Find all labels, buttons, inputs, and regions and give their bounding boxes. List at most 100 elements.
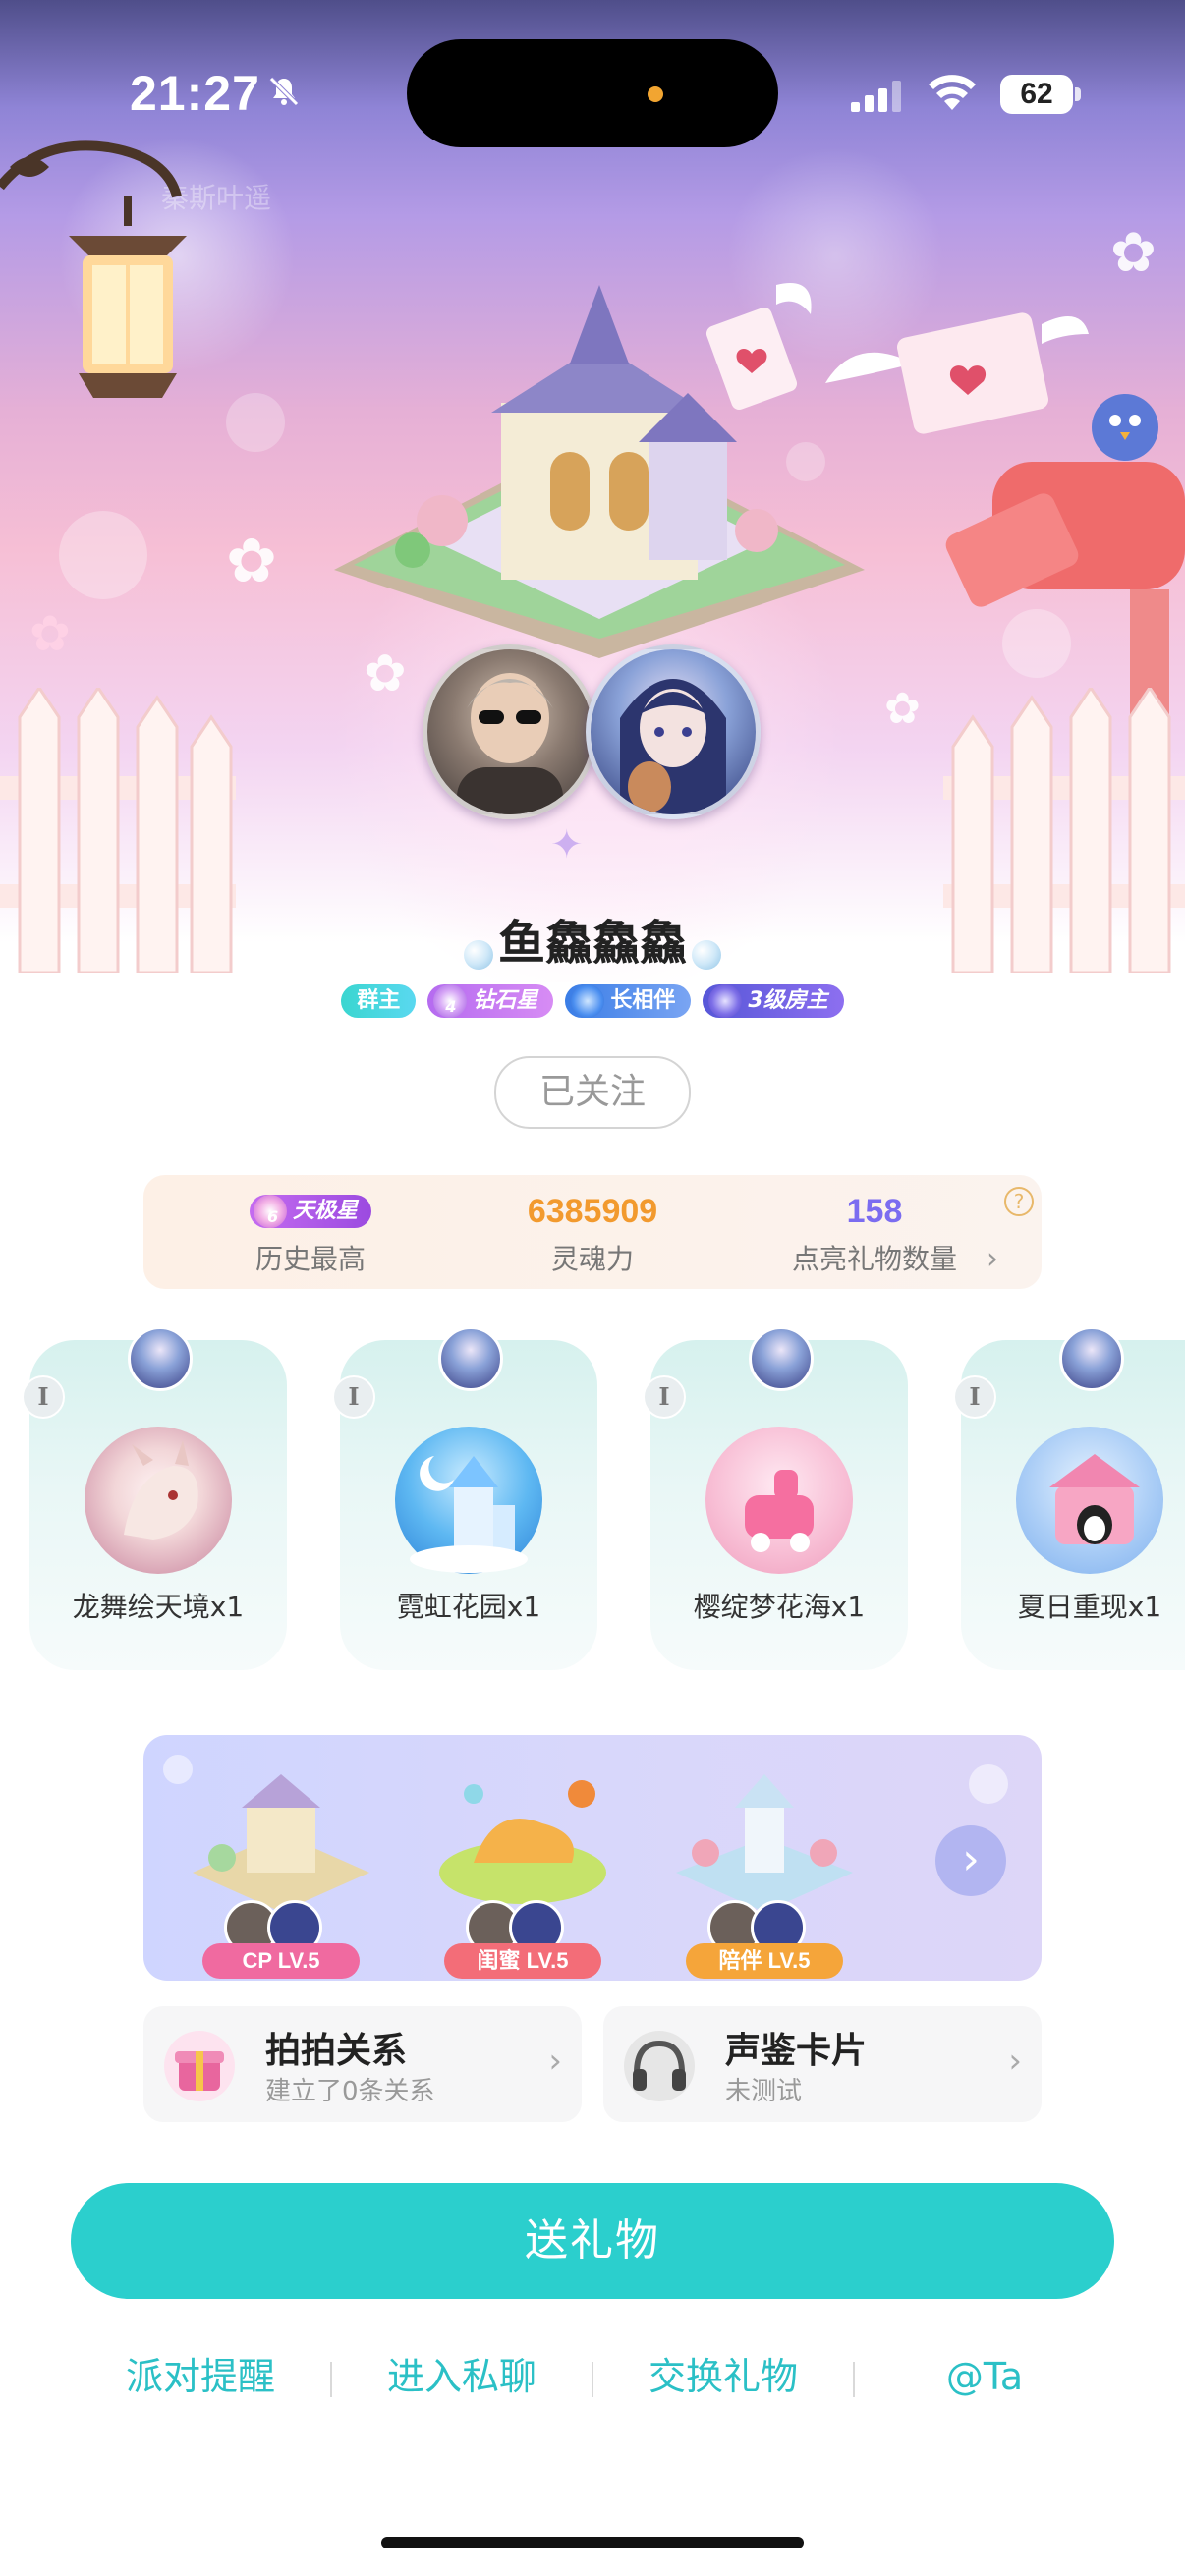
dragon-gift-image xyxy=(85,1427,232,1574)
voice-title: 声鉴卡片 xyxy=(725,2031,868,2071)
mention-link[interactable]: @Ta xyxy=(867,2342,1102,2411)
chevron-right-icon[interactable]: › xyxy=(987,1242,998,1276)
castle-house-illustration xyxy=(334,285,865,658)
neon-garden-gift-image xyxy=(395,1427,542,1574)
companion-icon xyxy=(571,984,605,1018)
house-level-icon xyxy=(708,984,743,1018)
gift-rank-badge: I xyxy=(332,1375,375,1419)
gift-rank-badge: I xyxy=(643,1375,686,1419)
help-icon[interactable]: ? xyxy=(1004,1187,1034,1216)
relation-cp[interactable]: CP LV.5 xyxy=(183,1755,379,1979)
sakura-sea-gift-image xyxy=(705,1427,853,1574)
relationship-levels-banner[interactable]: CP LV.5 闺蜜 LV.5 陪伴 LV.5 xyxy=(143,1735,1042,1981)
gift-rank-badge: I xyxy=(22,1375,65,1419)
island-scene-illustration xyxy=(439,1780,606,1904)
bubble-decoration-icon xyxy=(463,939,493,970)
paipai-relations-card[interactable]: 拍拍关系 建立了0条关系 › xyxy=(143,2006,582,2122)
badge-diamond-star[interactable]: 4 钻石星 xyxy=(427,984,554,1018)
home-indicator xyxy=(381,2537,804,2548)
bottom-action-links: 派对提醒 进入私聊 交换礼物 @Ta xyxy=(0,2342,1185,2411)
pavilion-scene-illustration xyxy=(676,1774,853,1912)
train-icon xyxy=(745,1470,814,1552)
divider xyxy=(853,2362,855,2397)
badge-room-owner-level[interactable]: 3级房主 xyxy=(703,984,844,1018)
badge-diamond-label: 钻石星 xyxy=(473,988,538,1013)
privacy-indicator-dot xyxy=(648,86,663,102)
stats-card[interactable]: 6 天极星 历史最高 6385909 灵魂力 158 点亮礼物数量 xyxy=(143,1175,1042,1289)
bubble-decoration-icon xyxy=(692,939,722,970)
voice-card[interactable]: 声鉴卡片 未测试 › xyxy=(603,2006,1042,2122)
exchange-gift-link[interactable]: 交换礼物 xyxy=(605,2342,841,2411)
cellular-signal-icon xyxy=(851,81,901,112)
gift-card[interactable]: I 霓虹花园x1 xyxy=(332,1326,597,1670)
user-avatar-male[interactable] xyxy=(423,644,597,819)
gift-name: 夏日重现x1 xyxy=(1017,1591,1162,1623)
avatar-portrait-icon xyxy=(620,679,726,814)
gift-sender-avatar xyxy=(128,1326,193,1391)
avatar-portrait-icon xyxy=(457,673,563,814)
gift-box-icon xyxy=(164,2031,235,2101)
dynamic-island xyxy=(407,39,778,147)
username: 鱼鱻鱻鱻 xyxy=(497,916,687,971)
battery-cap xyxy=(1075,87,1081,101)
gift-count-value: 158 xyxy=(846,1193,903,1230)
rank-badge-label: 天极星 xyxy=(292,1199,358,1223)
chevron-right-icon[interactable]: › xyxy=(935,1825,1006,1896)
stat-soul-power: 6385909 灵魂力 xyxy=(445,1195,740,1277)
relation-bestie[interactable]: 闺蜜 LV.5 xyxy=(424,1755,621,1979)
street-lamp-illustration xyxy=(0,140,187,398)
relation-label: CP LV.5 xyxy=(202,1943,360,1979)
badge-long-companion[interactable]: 长相伴 xyxy=(565,984,692,1018)
gift-name: 樱绽梦花海x1 xyxy=(693,1591,866,1623)
divider xyxy=(592,2362,593,2397)
send-gift-button[interactable]: 送礼物 xyxy=(71,2183,1114,2299)
relation-label: 闺蜜 LV.5 xyxy=(444,1943,601,1979)
gift-name: 霓虹花园x1 xyxy=(396,1591,541,1623)
gift-name: 龙舞绘天境x1 xyxy=(72,1591,245,1623)
gift-sender-avatar xyxy=(749,1326,814,1391)
party-reminder-link[interactable]: 派对提醒 xyxy=(83,2342,318,2411)
paipai-subtitle: 建立了0条关系 xyxy=(265,2077,435,2106)
status-bar: 21:27 62 xyxy=(0,0,1185,147)
chevron-right-icon: › xyxy=(1008,2042,1022,2081)
divider xyxy=(330,2362,332,2397)
soul-value: 6385909 xyxy=(527,1193,658,1230)
diamond-level: 4 xyxy=(445,997,457,1016)
paipai-title: 拍拍关系 xyxy=(265,2031,408,2071)
chapel-scene-illustration xyxy=(193,1774,369,1912)
voice-subtitle: 未测试 xyxy=(725,2077,803,2106)
stat-gift-count[interactable]: 158 点亮礼物数量 xyxy=(727,1195,1022,1277)
battery-indicator: 62 xyxy=(1000,75,1073,114)
gift-card[interactable]: I 樱绽梦花海x1 xyxy=(643,1326,908,1670)
soul-label: 灵魂力 xyxy=(550,1243,634,1275)
gift-count-label: 点亮礼物数量 xyxy=(791,1243,957,1275)
status-time: 21:27 xyxy=(130,66,260,121)
penguin-house-icon xyxy=(1049,1454,1140,1544)
gift-rank-badge: I xyxy=(953,1375,996,1419)
gift-sender-avatar xyxy=(1059,1326,1124,1391)
gift-sender-avatar xyxy=(438,1326,503,1391)
relation-label: 陪伴 LV.5 xyxy=(686,1943,843,1979)
badge-house-label: 3级房主 xyxy=(748,988,828,1013)
user-avatar-female[interactable] xyxy=(586,644,761,819)
rank-badge: 6 天极星 xyxy=(249,1195,371,1228)
gift-card[interactable]: I 龙舞绘天境x1 xyxy=(22,1326,287,1670)
followed-button[interactable]: 已关注 xyxy=(494,1056,691,1129)
chevron-right-icon: › xyxy=(548,2042,562,2081)
headphones-icon xyxy=(624,2031,695,2101)
rank-label: 历史最高 xyxy=(254,1243,366,1275)
username-row: 鱼鱻鱻鱻 xyxy=(0,904,1185,973)
wifi-icon xyxy=(929,75,976,110)
badge-group-owner[interactable]: 群主 xyxy=(341,984,417,1018)
relation-companion[interactable]: 陪伴 LV.5 xyxy=(666,1755,863,1979)
private-chat-link[interactable]: 进入私聊 xyxy=(344,2342,580,2411)
rank-level: 6 xyxy=(266,1207,279,1226)
badge-row: 群主 4 钻石星 长相伴 3级房主 xyxy=(0,984,1185,1018)
badge-partner-label: 长相伴 xyxy=(610,988,676,1013)
stat-history-best: 6 天极星 历史最高 xyxy=(163,1195,458,1277)
dragon-icon xyxy=(124,1440,198,1540)
gift-card[interactable]: I 夏日重现x1 xyxy=(953,1326,1185,1670)
castle-moon-icon xyxy=(410,1456,528,1573)
summer-return-gift-image xyxy=(1016,1427,1163,1574)
bell-off-icon xyxy=(269,77,299,106)
